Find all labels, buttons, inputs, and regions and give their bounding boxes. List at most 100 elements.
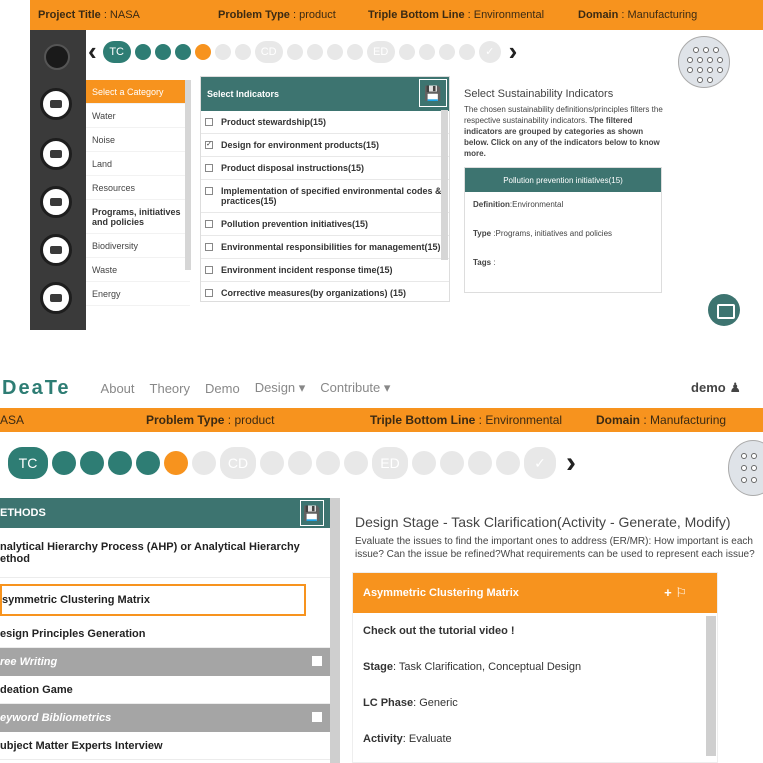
category-item[interactable]: Biodiversity [86,234,190,258]
method-item[interactable]: esign Principles Generation [0,620,330,648]
method-item-selected[interactable]: symmetric Clustering Matrix [0,584,306,616]
indicator-checkbox[interactable] [205,243,213,251]
indicator-row[interactable]: Product stewardship(15) [201,111,449,134]
indicator-row[interactable]: Corrective measures(by organizations) (1… [201,282,449,301]
indicator-row[interactable]: Environmental responsibilities for manag… [201,236,449,259]
category-header[interactable]: Select a Category [86,80,190,104]
category-item-selected[interactable]: Programs, initiatives and policies [86,200,190,234]
step-dot[interactable] [346,43,363,60]
stage-ed[interactable]: ED [366,40,395,63]
category-item[interactable]: Resources [86,176,190,200]
indicator-row[interactable]: Environment incident response time(15) [201,259,449,282]
step-dot[interactable] [136,451,160,475]
recycle-icon[interactable] [40,88,72,120]
step-dot[interactable] [398,43,415,60]
step-dot[interactable] [344,451,368,475]
step-dot[interactable] [192,451,216,475]
step-dot[interactable] [288,451,312,475]
step-dot[interactable] [468,451,492,475]
indicator-row[interactable]: Implementation of specified environmenta… [201,180,449,213]
step-dot[interactable] [412,451,436,475]
indicator-checkbox[interactable] [205,118,213,126]
nav-contribute-dropdown[interactable]: Contribute ▾ [320,380,390,396]
stage-done[interactable]: ✓ [524,447,556,479]
car-icon[interactable] [40,234,72,266]
nav-theory[interactable]: Theory [150,381,190,396]
stage-cd[interactable]: CD [254,40,283,63]
method-item[interactable]: nalytical Hierarchy Process (AHP) or Ana… [0,528,330,578]
prev-stage-button[interactable]: ‹ [88,36,97,67]
indicator-row[interactable]: ✓ Design for environment products(15) [201,134,449,157]
nav-demo[interactable]: Demo [205,381,240,396]
indicator-checkbox[interactable] [205,164,213,172]
factory-icon[interactable] [40,138,72,170]
step-dot[interactable] [214,43,231,60]
step-dot-current[interactable] [164,451,188,475]
stage-tc[interactable]: TC [8,447,48,479]
method-item[interactable]: deation Game [0,676,330,704]
indicator-checkbox[interactable] [205,187,213,195]
indicator-checkbox[interactable] [205,220,213,228]
category-item[interactable]: Energy [86,282,190,306]
methods-scrollbar[interactable] [330,498,340,763]
stage-tc[interactable]: TC [102,40,131,63]
home-icon[interactable] [708,294,740,326]
nav-about[interactable]: About [101,381,135,396]
step-dot[interactable] [134,43,151,60]
nav-design-dropdown[interactable]: Design ▾ [255,380,306,396]
stage-done[interactable]: ✓ [478,40,501,63]
indicator-row[interactable]: Pollution prevention initiatives(15) [201,213,449,236]
step-dot[interactable] [174,43,191,60]
activity-line: Activity: Evaluate [363,733,452,745]
stage-ed[interactable]: ED [372,447,408,479]
indicator-checkbox-checked[interactable]: ✓ [205,141,213,149]
indicator-row[interactable]: Product disposal instructions(15) [201,157,449,180]
lifecycle-badge[interactable] [678,36,730,88]
step-dot[interactable] [496,451,520,475]
indicator-scrollbar[interactable] [441,110,448,260]
indicator-checkbox[interactable] [205,289,213,297]
step-dot[interactable] [260,451,284,475]
step-dot[interactable] [438,43,455,60]
step-dot[interactable] [418,43,435,60]
step-dot[interactable] [458,43,475,60]
brand-logo[interactable]: DeaTe [2,377,71,400]
step-dot[interactable] [52,451,76,475]
step-dot[interactable] [286,43,303,60]
step-dot[interactable] [80,451,104,475]
method-group[interactable]: eyword Bibliometrics [0,704,330,732]
card-scrollbar[interactable] [706,616,716,756]
step-dot-current[interactable] [194,43,211,60]
indicator-checkbox[interactable] [205,266,213,274]
user-menu[interactable]: demo ♟ [691,380,741,396]
lifecycle-badge[interactable] [728,440,763,496]
category-item[interactable]: Land [86,152,190,176]
collapse-icon[interactable] [312,712,322,722]
method-group[interactable]: ree Writing [0,648,330,676]
project-info-bar: Project Title : NASA Problem Type : prod… [30,0,763,30]
save-icon[interactable]: 💾 [419,79,447,107]
method-item[interactable]: ubject Matter Experts Interview [0,732,330,760]
next-stage-button[interactable]: › [509,36,518,67]
collapse-icon[interactable] [312,656,322,666]
tutorial-link[interactable]: Check out the tutorial video ! [353,613,717,649]
category-item[interactable]: Noise [86,128,190,152]
add-flag-icons[interactable]: + ⚐ [664,585,687,601]
next-stage-button[interactable]: › [566,446,576,480]
truck-icon[interactable] [40,186,72,218]
washer-icon[interactable] [40,282,72,314]
step-dot[interactable] [306,43,323,60]
step-dot[interactable] [316,451,340,475]
category-item[interactable]: Water [86,104,190,128]
category-item[interactable]: Waste [86,258,190,282]
stage-cd[interactable]: CD [220,447,256,479]
category-scrollbar[interactable] [185,80,191,270]
step-dot[interactable] [326,43,343,60]
step-dot[interactable] [234,43,251,60]
save-icon[interactable]: 💾 [300,500,324,526]
step-dot[interactable] [154,43,171,60]
step-dot[interactable] [108,451,132,475]
step-dot[interactable] [440,451,464,475]
info-title: Select Sustainability Indicators [464,88,614,100]
navbar: DeaTe About Theory Demo Design ▾ Contrib… [0,370,763,406]
